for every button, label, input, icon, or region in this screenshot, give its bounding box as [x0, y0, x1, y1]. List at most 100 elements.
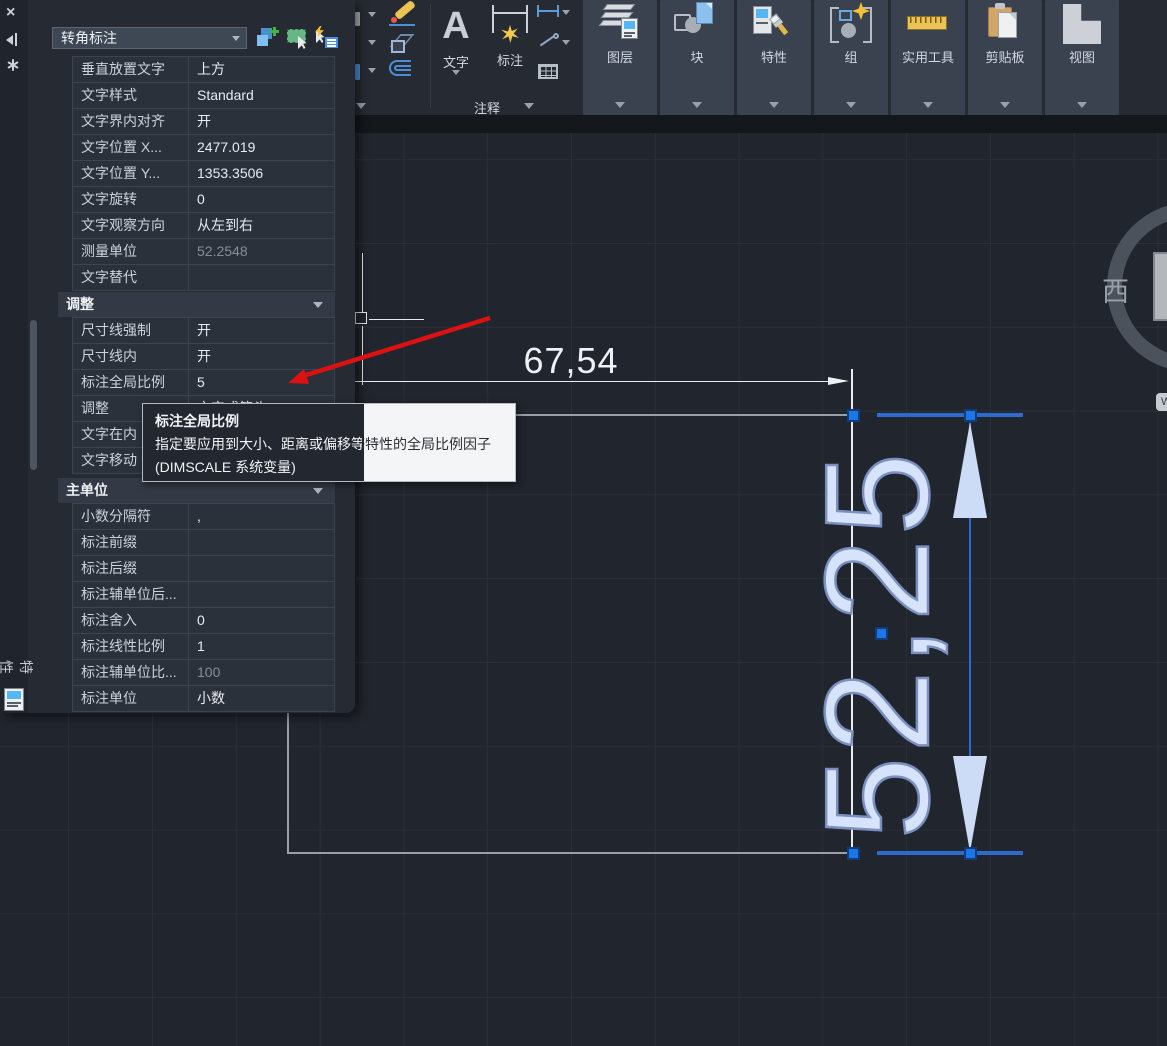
close-icon[interactable]: × [6, 4, 15, 22]
pickadd-toggle-icon[interactable] [256, 26, 280, 50]
rectangle-bottom-edge[interactable] [287, 852, 849, 854]
object-type-select[interactable]: 转角标注 [52, 27, 247, 49]
object-type-value: 转角标注 [61, 30, 117, 46]
text-tool-label[interactable]: 文字 [436, 52, 476, 71]
property-row[interactable]: 文字观察方向从左到右 [72, 213, 335, 239]
property-row[interactable]: 标注全局比例5 [72, 370, 335, 396]
flyout-caret[interactable] [368, 68, 376, 73]
property-value[interactable]: , [189, 504, 334, 529]
property-value[interactable] [189, 530, 334, 555]
property-value[interactable]: 100 [189, 660, 334, 685]
property-value[interactable] [189, 265, 334, 290]
property-value[interactable]: 开 [189, 109, 334, 134]
property-value[interactable] [189, 556, 334, 581]
property-value[interactable]: 小数 [189, 686, 334, 711]
select-objects-icon[interactable] [286, 26, 310, 50]
property-value[interactable]: 0 [189, 608, 334, 633]
property-row[interactable]: 标注后缀 [72, 556, 335, 582]
text-flyout-caret[interactable] [452, 70, 460, 75]
panel-caret[interactable] [769, 102, 779, 108]
property-row[interactable]: 标注线性比例1 [72, 634, 335, 660]
property-row[interactable]: 测量单位52.2548 [72, 239, 335, 265]
panel-caret[interactable] [1077, 102, 1087, 108]
collapse-caret-icon[interactable] [313, 302, 323, 308]
property-row[interactable]: 标注舍入0 [72, 608, 335, 634]
property-value[interactable]: 上方 [189, 57, 334, 82]
property-row[interactable]: 标注单位小数 [72, 686, 335, 712]
property-value[interactable]: 从左到右 [189, 213, 334, 238]
dim-vertical-text[interactable]: 52,25 [798, 434, 958, 854]
panel-caret[interactable] [615, 102, 625, 108]
panel-caret[interactable] [846, 102, 856, 108]
grip-handle[interactable] [964, 847, 977, 860]
property-row[interactable]: 垂直放置文字上方 [72, 57, 335, 83]
property-row[interactable]: 尺寸线强制开 [72, 318, 335, 344]
quick-select-icon[interactable] [314, 26, 338, 50]
property-row[interactable]: 文字界内对齐开 [72, 109, 335, 135]
grip-handle[interactable] [875, 627, 888, 640]
property-value[interactable]: Standard [189, 83, 334, 108]
annotation-panel-label[interactable]: 注释 [452, 98, 522, 117]
property-row[interactable]: 标注辅单位比...100 [72, 660, 335, 686]
dimension-flyout-caret[interactable] [562, 10, 570, 15]
table-icon[interactable] [538, 64, 558, 79]
dim-horizontal-text[interactable]: 67,54 [491, 340, 651, 382]
property-row[interactable]: 文字位置 X...2477.019 [72, 135, 335, 161]
section-header-fit[interactable]: 调整 [58, 292, 335, 317]
collapse-caret-icon[interactable] [313, 488, 323, 494]
property-value[interactable]: 2477.019 [189, 135, 334, 160]
leader-flyout-caret[interactable] [562, 40, 570, 45]
ribbon-panel-剪贴板[interactable]: 剪贴板 [968, 0, 1042, 115]
property-value[interactable]: 1353.3506 [189, 161, 334, 186]
palette-tab-label[interactable]: 特性 [0, 655, 36, 681]
grip-handle[interactable] [847, 409, 860, 422]
gear-icon[interactable] [6, 58, 20, 72]
box-3d-icon[interactable] [389, 32, 415, 56]
property-value[interactable]: 52.2548 [189, 239, 334, 264]
ribbon-panel-组[interactable]: 组 [814, 0, 888, 115]
property-row[interactable]: 小数分隔符, [72, 504, 335, 530]
ribbon-panel-实用工具[interactable]: 实用工具 [891, 0, 965, 115]
viewcube-face[interactable] [1153, 252, 1167, 321]
panel-caret[interactable] [923, 102, 933, 108]
text-tool-icon[interactable]: A [436, 2, 476, 48]
property-value[interactable]: 开 [189, 318, 334, 343]
partial-panel-caret[interactable] [356, 103, 366, 109]
leader-icon[interactable] [537, 33, 559, 49]
flyout-caret[interactable] [368, 40, 376, 45]
property-row[interactable]: 尺寸线内开 [72, 344, 335, 370]
property-value[interactable]: 5 [189, 370, 334, 395]
property-row[interactable]: 文字位置 Y...1353.3506 [72, 161, 335, 187]
property-value[interactable]: 开 [189, 344, 334, 369]
property-value[interactable]: 1 [189, 634, 334, 659]
palette-scrollbar[interactable] [30, 320, 37, 470]
annotation-panel-caret[interactable] [524, 103, 534, 109]
property-value[interactable]: 0 [189, 187, 334, 212]
property-row[interactable]: 文字样式Standard [72, 83, 335, 109]
property-row[interactable]: 文字旋转0 [72, 187, 335, 213]
property-row[interactable]: 文字替代 [72, 265, 335, 291]
palette-titlebar[interactable]: × 特性 [0, 0, 28, 713]
property-row[interactable]: 标注辅单位后... [72, 582, 335, 608]
sketch-pencil-icon[interactable] [389, 4, 417, 30]
grip-handle[interactable] [964, 409, 977, 422]
autohide-icon[interactable] [6, 33, 18, 45]
viewcube-wcs-button[interactable]: W [1156, 393, 1167, 411]
panel-caret[interactable] [1000, 102, 1010, 108]
dim-vertical-ext-top[interactable] [877, 413, 1023, 417]
ribbon-panel-特性[interactable]: 特性 [737, 0, 811, 115]
grip-handle[interactable] [847, 847, 860, 860]
dimension-tool-label[interactable]: 标注 [490, 50, 530, 69]
viewcube-west-label[interactable]: 西 [1102, 270, 1129, 309]
linear-dimension-icon[interactable] [537, 5, 559, 17]
offset-curve-icon[interactable] [389, 60, 415, 80]
ribbon-panel-图层[interactable]: 图层 [583, 0, 657, 115]
property-row[interactable]: 标注前缀 [72, 530, 335, 556]
properties-tab-icon[interactable] [4, 688, 24, 711]
ribbon-panel-视图[interactable]: 视图 [1045, 0, 1119, 115]
panel-caret[interactable] [692, 102, 702, 108]
dimension-tool-icon[interactable] [488, 3, 532, 49]
flyout-caret[interactable] [368, 12, 376, 17]
ribbon-panel-块[interactable]: 块 [660, 0, 734, 115]
property-value[interactable] [189, 582, 334, 607]
